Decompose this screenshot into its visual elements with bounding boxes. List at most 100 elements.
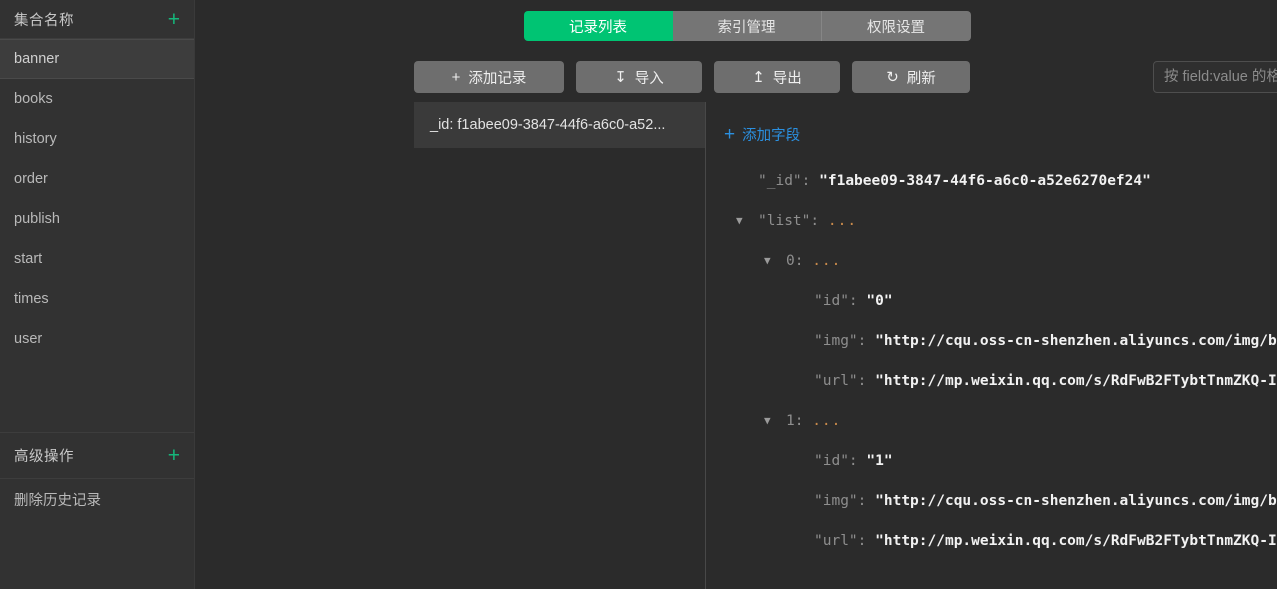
json-key: "img" (814, 493, 858, 509)
sidebar-item-label: start (14, 251, 43, 267)
json-ellipsis: ... (812, 413, 842, 429)
sidebar-item-user[interactable]: user (0, 319, 194, 359)
json-index: 0 (786, 253, 795, 269)
json-value[interactable]: "http://cqu.oss-cn-shenzhen.aliyuncs.com… (875, 333, 1277, 349)
json-value[interactable]: "http://mp.weixin.qq.com/s/RdFwB2FTybtTn… (875, 533, 1277, 549)
json-key: "url" (814, 373, 858, 389)
toolbar: + 添加记录 ↧ 导入 ↥ 导出 ↻ 刷新 (195, 52, 1277, 102)
json-colon: : (848, 453, 858, 469)
chevron-down-icon[interactable]: ▼ (764, 241, 778, 281)
json-value[interactable]: "http://cqu.oss-cn-shenzhen.aliyuncs.com… (875, 493, 1277, 509)
json-value[interactable]: "0" (866, 293, 892, 309)
collection-list: banner books history order publish start… (0, 39, 194, 433)
main-content: 记录列表 索引管理 权限设置 + 添加记录 ↧ 导入 ↥ 导出 ↻ 刷新 按 f… (195, 0, 1277, 589)
json-row[interactable]: "img": "http://cqu.oss-cn-shenzhen.aliyu… (724, 481, 1277, 521)
app-root: 集合名称 + banner books history order publis… (0, 0, 1277, 589)
json-row[interactable]: "id": "1" (724, 441, 1277, 481)
sidebar-item-publish[interactable]: publish (0, 199, 194, 239)
json-row[interactable]: ▼ "list": ... (724, 201, 1277, 241)
json-colon: : (857, 373, 867, 389)
sidebar-item-label: history (14, 131, 57, 147)
json-value[interactable]: "1" (866, 453, 892, 469)
sidebar-item-label: times (14, 291, 49, 307)
json-row[interactable]: "url": "http://mp.weixin.qq.com/s/RdFwB2… (724, 361, 1277, 401)
sidebar-item-order[interactable]: order (0, 159, 194, 199)
download-arrow-icon: ↧ (614, 68, 627, 86)
upload-arrow-icon: ↥ (752, 68, 765, 86)
chevron-down-icon[interactable]: ▼ (764, 401, 778, 441)
sidebar-item-label: banner (14, 51, 60, 67)
sidebar-item-label: books (14, 91, 53, 107)
sidebar: 集合名称 + banner books history order publis… (0, 0, 195, 589)
search-wrapper (1153, 61, 1277, 93)
json-colon: : (801, 173, 811, 189)
search-input[interactable] (1153, 61, 1277, 93)
add-record-label: 添加记录 (468, 70, 527, 87)
plus-icon: + (451, 68, 461, 86)
sidebar-item-label: order (14, 171, 48, 187)
chevron-down-icon[interactable]: ▼ (736, 201, 750, 241)
tab-label: 权限设置 (867, 19, 925, 36)
list-item[interactable]: _id: f1abee09-3847-44f6-a6c0-a52... (414, 102, 705, 148)
tab-label: 索引管理 (717, 19, 776, 36)
plus-icon: + (724, 124, 736, 145)
advanced-operations-title: 高级操作 (14, 449, 74, 465)
json-colon: : (857, 333, 867, 349)
tab-permission-settings[interactable]: 权限设置 (821, 11, 971, 41)
json-row[interactable]: ▼ 1: ... (724, 401, 1277, 441)
add-collection-icon[interactable]: + (168, 9, 180, 30)
json-row[interactable]: "url": "http://mp.weixin.qq.com/s/RdFwB2… (724, 521, 1277, 561)
record-item-label: _id: f1abee09-3847-44f6-a6c0-a52... (430, 117, 666, 133)
tab-label: 记录列表 (569, 19, 627, 36)
import-label: 导入 (634, 70, 664, 87)
sidebar-item-banner[interactable]: banner (0, 39, 194, 79)
json-colon: : (848, 293, 858, 309)
json-value[interactable]: "http://mp.weixin.qq.com/s/RdFwB2FTybtTn… (875, 373, 1277, 389)
json-key: "id" (814, 453, 849, 469)
add-record-button[interactable]: + 添加记录 (414, 61, 564, 93)
sidebar-action-delete-history[interactable]: 删除历史记录 (0, 479, 194, 519)
json-colon: : (810, 213, 820, 229)
add-advanced-operation-icon[interactable]: + (168, 445, 180, 466)
json-row[interactable]: "_id": "f1abee09-3847-44f6-a6c0-a52e6270… (724, 161, 1277, 201)
json-key: "_id" (758, 173, 802, 189)
refresh-icon: ↻ (886, 68, 899, 86)
record-detail-panel: + 添加字段 "_id": "f1abee09-3847-44f6-a6c0-a… (706, 102, 1277, 589)
json-colon: : (857, 493, 867, 509)
sidebar-item-books[interactable]: books (0, 79, 194, 119)
tab-index-management[interactable]: 索引管理 (672, 11, 822, 41)
tab-record-list[interactable]: 记录列表 (523, 11, 673, 41)
sidebar-item-label: publish (14, 211, 60, 227)
sidebar-item-history[interactable]: history (0, 119, 194, 159)
json-ellipsis: ... (827, 213, 858, 229)
add-field-button[interactable]: + 添加字段 (724, 124, 800, 145)
export-button[interactable]: ↥ 导出 (714, 61, 840, 93)
refresh-label: 刷新 (906, 70, 936, 87)
body-split: _id: f1abee09-3847-44f6-a6c0-a52... + 添加… (195, 102, 1277, 589)
json-row[interactable]: "id": "0" (724, 281, 1277, 321)
add-field-label: 添加字段 (742, 128, 801, 144)
sidebar-item-times[interactable]: times (0, 279, 194, 319)
json-index: 1 (786, 413, 795, 429)
json-value[interactable]: "f1abee09-3847-44f6-a6c0-a52e6270ef24" (819, 173, 1151, 189)
advanced-operations-header: 高级操作 + (0, 433, 194, 479)
refresh-button[interactable]: ↻ 刷新 (852, 61, 970, 93)
sidebar-item-start[interactable]: start (0, 239, 194, 279)
import-button[interactable]: ↧ 导入 (576, 61, 702, 93)
json-row[interactable]: "img": "http://cqu.oss-cn-shenzhen.aliyu… (724, 321, 1277, 361)
sidebar-header: 集合名称 + (0, 0, 194, 39)
json-key: "img" (814, 333, 858, 349)
json-key: "url" (814, 533, 858, 549)
sidebar-action-label: 删除历史记录 (14, 492, 101, 509)
json-tree: "_id": "f1abee09-3847-44f6-a6c0-a52e6270… (724, 161, 1277, 561)
json-key: "id" (814, 293, 849, 309)
json-row[interactable]: ▼ 0: ... (724, 241, 1277, 281)
sidebar-item-label: user (14, 331, 43, 347)
sidebar-title: 集合名称 (14, 12, 74, 29)
json-ellipsis: ... (812, 253, 842, 269)
json-key: "list" (758, 213, 811, 229)
json-colon: : (794, 253, 804, 269)
export-label: 导出 (772, 70, 802, 87)
json-colon: : (794, 413, 804, 429)
record-list-panel: _id: f1abee09-3847-44f6-a6c0-a52... (414, 102, 706, 589)
